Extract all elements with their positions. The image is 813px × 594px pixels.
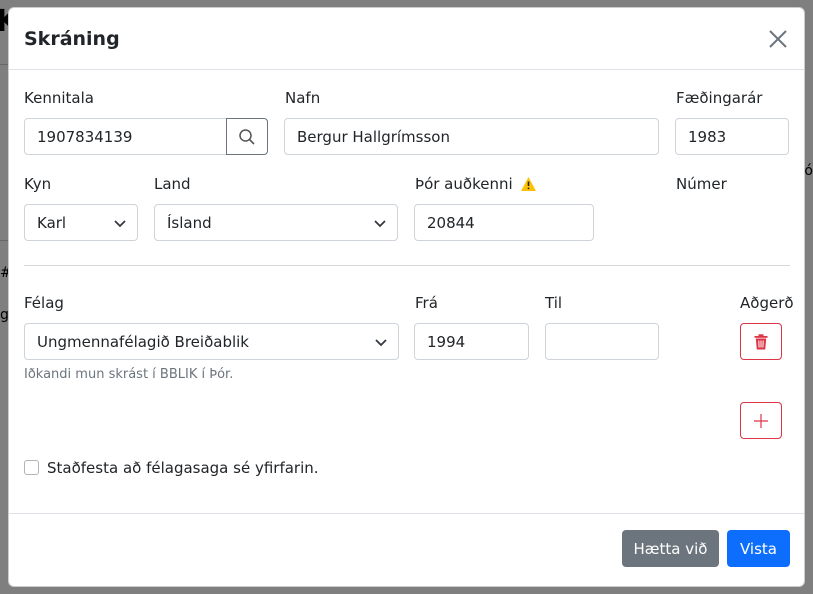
- delete-club-button[interactable]: [740, 323, 782, 360]
- chevron-down-icon: [374, 220, 386, 228]
- adgerd-label: Aðgerð: [740, 294, 794, 312]
- kyn-label: Kyn: [24, 175, 52, 193]
- fra-input[interactable]: 1994: [414, 323, 529, 360]
- plus-icon: [754, 413, 768, 428]
- registration-modal: Skráning Kennitala 1907834139 Nafn Bergu…: [8, 7, 805, 587]
- faedingarar-label: Fæðingarár: [676, 89, 763, 107]
- add-club-button[interactable]: [740, 402, 782, 439]
- chevron-down-icon: [375, 339, 387, 347]
- faedingarar-input[interactable]: 1983: [675, 118, 789, 155]
- kyn-select[interactable]: Karl: [24, 204, 138, 241]
- numer-label: Númer: [676, 175, 727, 193]
- confirm-label: Staðfesta að félagasaga sé yfirfarin.: [47, 459, 319, 477]
- nafn-input[interactable]: Bergur Hallgrímsson: [284, 118, 659, 155]
- search-button[interactable]: [226, 118, 268, 155]
- cancel-button[interactable]: Hætta við: [622, 530, 719, 567]
- nafn-label: Nafn: [285, 89, 321, 107]
- section-divider: [24, 265, 790, 266]
- felag-label: Félag: [24, 294, 64, 312]
- warning-icon: [520, 177, 536, 191]
- search-icon: [239, 128, 255, 145]
- kyn-value: Karl: [37, 213, 67, 232]
- til-label: Til: [545, 294, 563, 312]
- modal-title: Skráning: [24, 27, 120, 50]
- thor-audkenni-input[interactable]: 20844: [414, 204, 594, 241]
- chevron-down-icon: [114, 220, 126, 228]
- close-icon[interactable]: [766, 27, 790, 51]
- felag-select[interactable]: Ungmennafélagið Breiðablik: [24, 323, 399, 360]
- modal-footer-divider: [9, 513, 804, 514]
- land-select[interactable]: Ísland: [154, 204, 398, 241]
- save-button[interactable]: Vista: [727, 530, 790, 567]
- felag-value: Ungmennafélagið Breiðablik: [37, 332, 249, 351]
- thor-audkenni-label: Þór auðkenni: [415, 175, 537, 193]
- trash-icon: [754, 333, 768, 349]
- kennitala-label: Kennitala: [24, 89, 94, 107]
- fra-label: Frá: [415, 294, 438, 312]
- kennitala-input[interactable]: 1907834139: [24, 118, 227, 155]
- til-input[interactable]: [545, 323, 659, 360]
- club-help-text: Iðkandi mun skrást í BBLIK í Þór.: [24, 367, 234, 382]
- land-label: Land: [154, 175, 191, 193]
- modal-header: Skráning: [9, 8, 804, 70]
- thor-audkenni-label-text: Þór auðkenni: [415, 175, 513, 193]
- confirm-checkbox[interactable]: [24, 460, 39, 475]
- land-value: Ísland: [167, 213, 212, 232]
